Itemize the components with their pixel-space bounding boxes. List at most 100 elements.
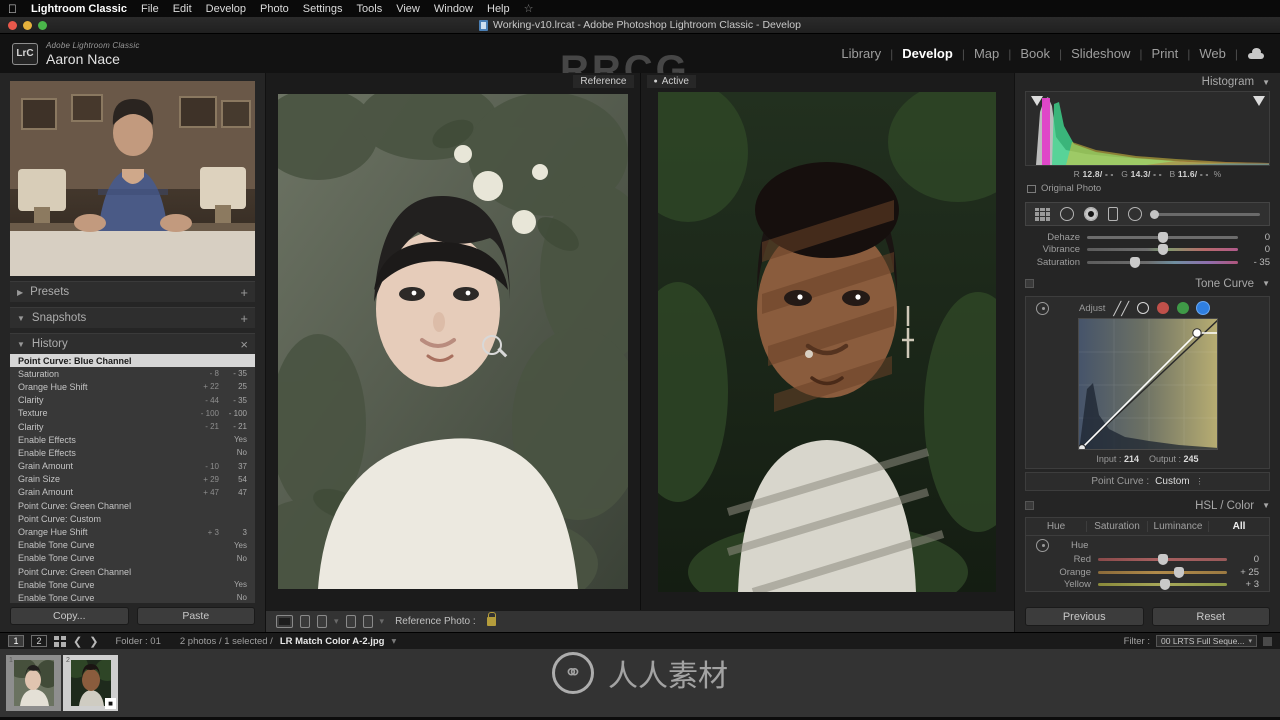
compare-icon[interactable] — [362, 615, 373, 628]
menu-view[interactable]: View — [396, 3, 420, 15]
history-row[interactable]: Clarity - 44 - 35 — [10, 394, 255, 407]
reference-photo[interactable] — [277, 94, 628, 589]
module-web[interactable]: Web — [1190, 46, 1235, 61]
filter-area[interactable]: Filter : 00 LRTS Full Seque... ▾ — [1124, 635, 1272, 647]
add-snapshot-button[interactable]: + — [240, 311, 248, 326]
red-eye-icon[interactable] — [1108, 207, 1118, 221]
history-row[interactable]: Point Curve: Green Channel — [10, 565, 255, 578]
tool-size-slider[interactable] — [1150, 209, 1260, 219]
menu-help[interactable]: Help — [487, 3, 510, 15]
hue-orange-knob[interactable] — [1174, 566, 1185, 578]
hsl-toggle-switch[interactable] — [1025, 501, 1034, 510]
develop-tool-strip[interactable] — [1025, 202, 1270, 226]
spot-removal-icon[interactable] — [1060, 207, 1074, 221]
green-channel-icon[interactable] — [1177, 302, 1190, 314]
hsl-tab-bar[interactable]: Hue Saturation Luminance All — [1025, 516, 1270, 536]
tone-curve-channel-row[interactable]: Adjust ╱╱ — [1026, 301, 1269, 318]
presets-panel-header[interactable]: ▶ Presets + — [10, 281, 255, 302]
clear-history-button[interactable]: × — [240, 337, 248, 352]
history-row[interactable]: Enable Tone Curve No — [10, 591, 255, 603]
histogram-graph[interactable] — [1025, 91, 1270, 166]
menu-photo[interactable]: Photo — [260, 3, 289, 15]
active-pane[interactable]: Active — [641, 73, 1015, 610]
module-slideshow[interactable]: Slideshow — [1062, 46, 1139, 61]
filter-select[interactable]: 00 LRTS Full Seque... ▾ — [1156, 635, 1257, 647]
filmstrip[interactable]: 1 2 ■ — [0, 649, 1280, 717]
grid-view-icon[interactable] — [54, 635, 66, 647]
lock-icon[interactable] — [486, 612, 496, 626]
current-filename[interactable]: LR Match Color A-2.jpg — [280, 636, 385, 647]
history-row[interactable]: Grain Size + 29 54 — [10, 473, 255, 486]
back-arrow-icon[interactable]: ❮ — [73, 635, 82, 648]
module-library[interactable]: Library — [832, 46, 890, 61]
menu-edit[interactable]: Edit — [173, 3, 192, 15]
chevron-down-icon[interactable]: ▼ — [1262, 78, 1270, 87]
hue-orange-track[interactable] — [1098, 566, 1227, 578]
snapshots-panel-header[interactable]: ▼ Snapshots + — [10, 307, 255, 328]
history-row[interactable]: Grain Amount + 47 47 — [10, 486, 255, 499]
module-book[interactable]: Book — [1011, 46, 1059, 61]
parametric-curve-icon[interactable]: ╱╱ — [1113, 302, 1129, 315]
hue-red-track[interactable] — [1098, 554, 1227, 566]
history-row[interactable]: Point Curve: Green Channel — [10, 499, 255, 512]
menu-app-name[interactable]: Lightroom Classic — [31, 3, 127, 15]
crop-tool-icon[interactable] — [1035, 207, 1050, 221]
point-curve-icon[interactable] — [1137, 302, 1150, 314]
reference-pane[interactable]: Reference — [266, 73, 641, 610]
histogram-panel-header[interactable]: Histogram ▼ — [1015, 73, 1280, 91]
history-row[interactable]: Enable Effects No — [10, 446, 255, 459]
hue-yellow-row[interactable]: Yellow + 3 — [1026, 579, 1269, 592]
filter-lock-icon[interactable] — [1263, 636, 1272, 646]
history-row[interactable]: Orange Hue Shift + 3 3 — [10, 525, 255, 538]
loupe-view-icon[interactable] — [276, 615, 293, 628]
before-after-right-icon[interactable] — [317, 615, 327, 628]
menu-tools[interactable]: Tools — [357, 3, 383, 15]
tab-saturation[interactable]: Saturation — [1087, 520, 1148, 532]
tab-luminance[interactable]: Luminance — [1148, 520, 1209, 532]
tone-curve-panel-header[interactable]: Tone Curve ▼ — [1015, 275, 1280, 293]
vibrance-track[interactable] — [1087, 244, 1238, 256]
tone-curve-toggle-switch[interactable] — [1025, 279, 1034, 288]
tone-curve-graph[interactable] — [1077, 317, 1218, 450]
filename-dropdown-icon[interactable]: ▾ — [391, 636, 396, 647]
hsl-panel-header[interactable]: HSL / Color ▼ — [1015, 497, 1280, 515]
macos-menu-bar[interactable]:  Lightroom Classic File Edit Develop Ph… — [0, 0, 1280, 17]
blue-channel-icon[interactable] — [1197, 302, 1210, 314]
targeted-adjustment-icon[interactable] — [1036, 538, 1049, 552]
display-1-button[interactable]: 1 — [8, 635, 24, 647]
history-row[interactable]: Enable Tone Curve No — [10, 552, 255, 565]
history-row[interactable]: Enable Tone Curve Yes — [10, 578, 255, 591]
module-develop[interactable]: Develop — [893, 46, 962, 61]
dehaze-knob[interactable] — [1157, 231, 1168, 243]
tab-all[interactable]: All — [1209, 521, 1269, 532]
previous-button[interactable]: Previous — [1025, 607, 1144, 626]
targeted-adjustment-icon[interactable] — [1036, 301, 1049, 315]
hue-red-knob[interactable] — [1157, 554, 1168, 566]
masking-icon[interactable] — [1084, 207, 1098, 221]
history-row[interactable]: Grain Amount - 10 37 — [10, 460, 255, 473]
forward-arrow-icon[interactable]: ❯ — [89, 635, 98, 648]
display-2-button[interactable]: 2 — [31, 635, 47, 647]
module-print[interactable]: Print — [1143, 46, 1188, 61]
history-row[interactable]: Saturation - 8 - 35 — [10, 367, 255, 380]
history-row[interactable]: Point Curve: Blue Channel — [10, 354, 255, 368]
saturation-track[interactable] — [1087, 256, 1238, 268]
module-picker[interactable]: Library | Develop | Map | Book | Slidesh… — [832, 46, 1264, 61]
hue-yellow-track[interactable] — [1098, 579, 1227, 591]
point-curve-value[interactable]: Custom — [1155, 476, 1189, 487]
history-row[interactable]: Orange Hue Shift + 22 25 — [10, 380, 255, 393]
original-photo-checkbox[interactable] — [1027, 184, 1036, 193]
soft-proof-icon[interactable] — [345, 615, 356, 628]
paste-settings-button[interactable]: Paste — [136, 607, 255, 625]
apple-menu-icon[interactable]:  — [8, 3, 17, 15]
history-row[interactable]: Clarity - 21 - 21 — [10, 420, 255, 433]
point-curve-stepper-icon[interactable]: ⋮ — [1196, 477, 1204, 486]
add-preset-button[interactable]: + — [240, 285, 248, 300]
menu-develop[interactable]: Develop — [206, 3, 246, 15]
menu-window[interactable]: Window — [434, 3, 473, 15]
history-row[interactable]: Enable Effects Yes — [10, 433, 255, 446]
point-curve-selector-row[interactable]: Point Curve : Custom ⋮ — [1025, 471, 1270, 491]
radial-filter-icon[interactable] — [1128, 207, 1142, 221]
saturation-knob[interactable] — [1130, 256, 1141, 268]
dehaze-slider-row[interactable]: Dehaze 0 — [1015, 231, 1280, 244]
